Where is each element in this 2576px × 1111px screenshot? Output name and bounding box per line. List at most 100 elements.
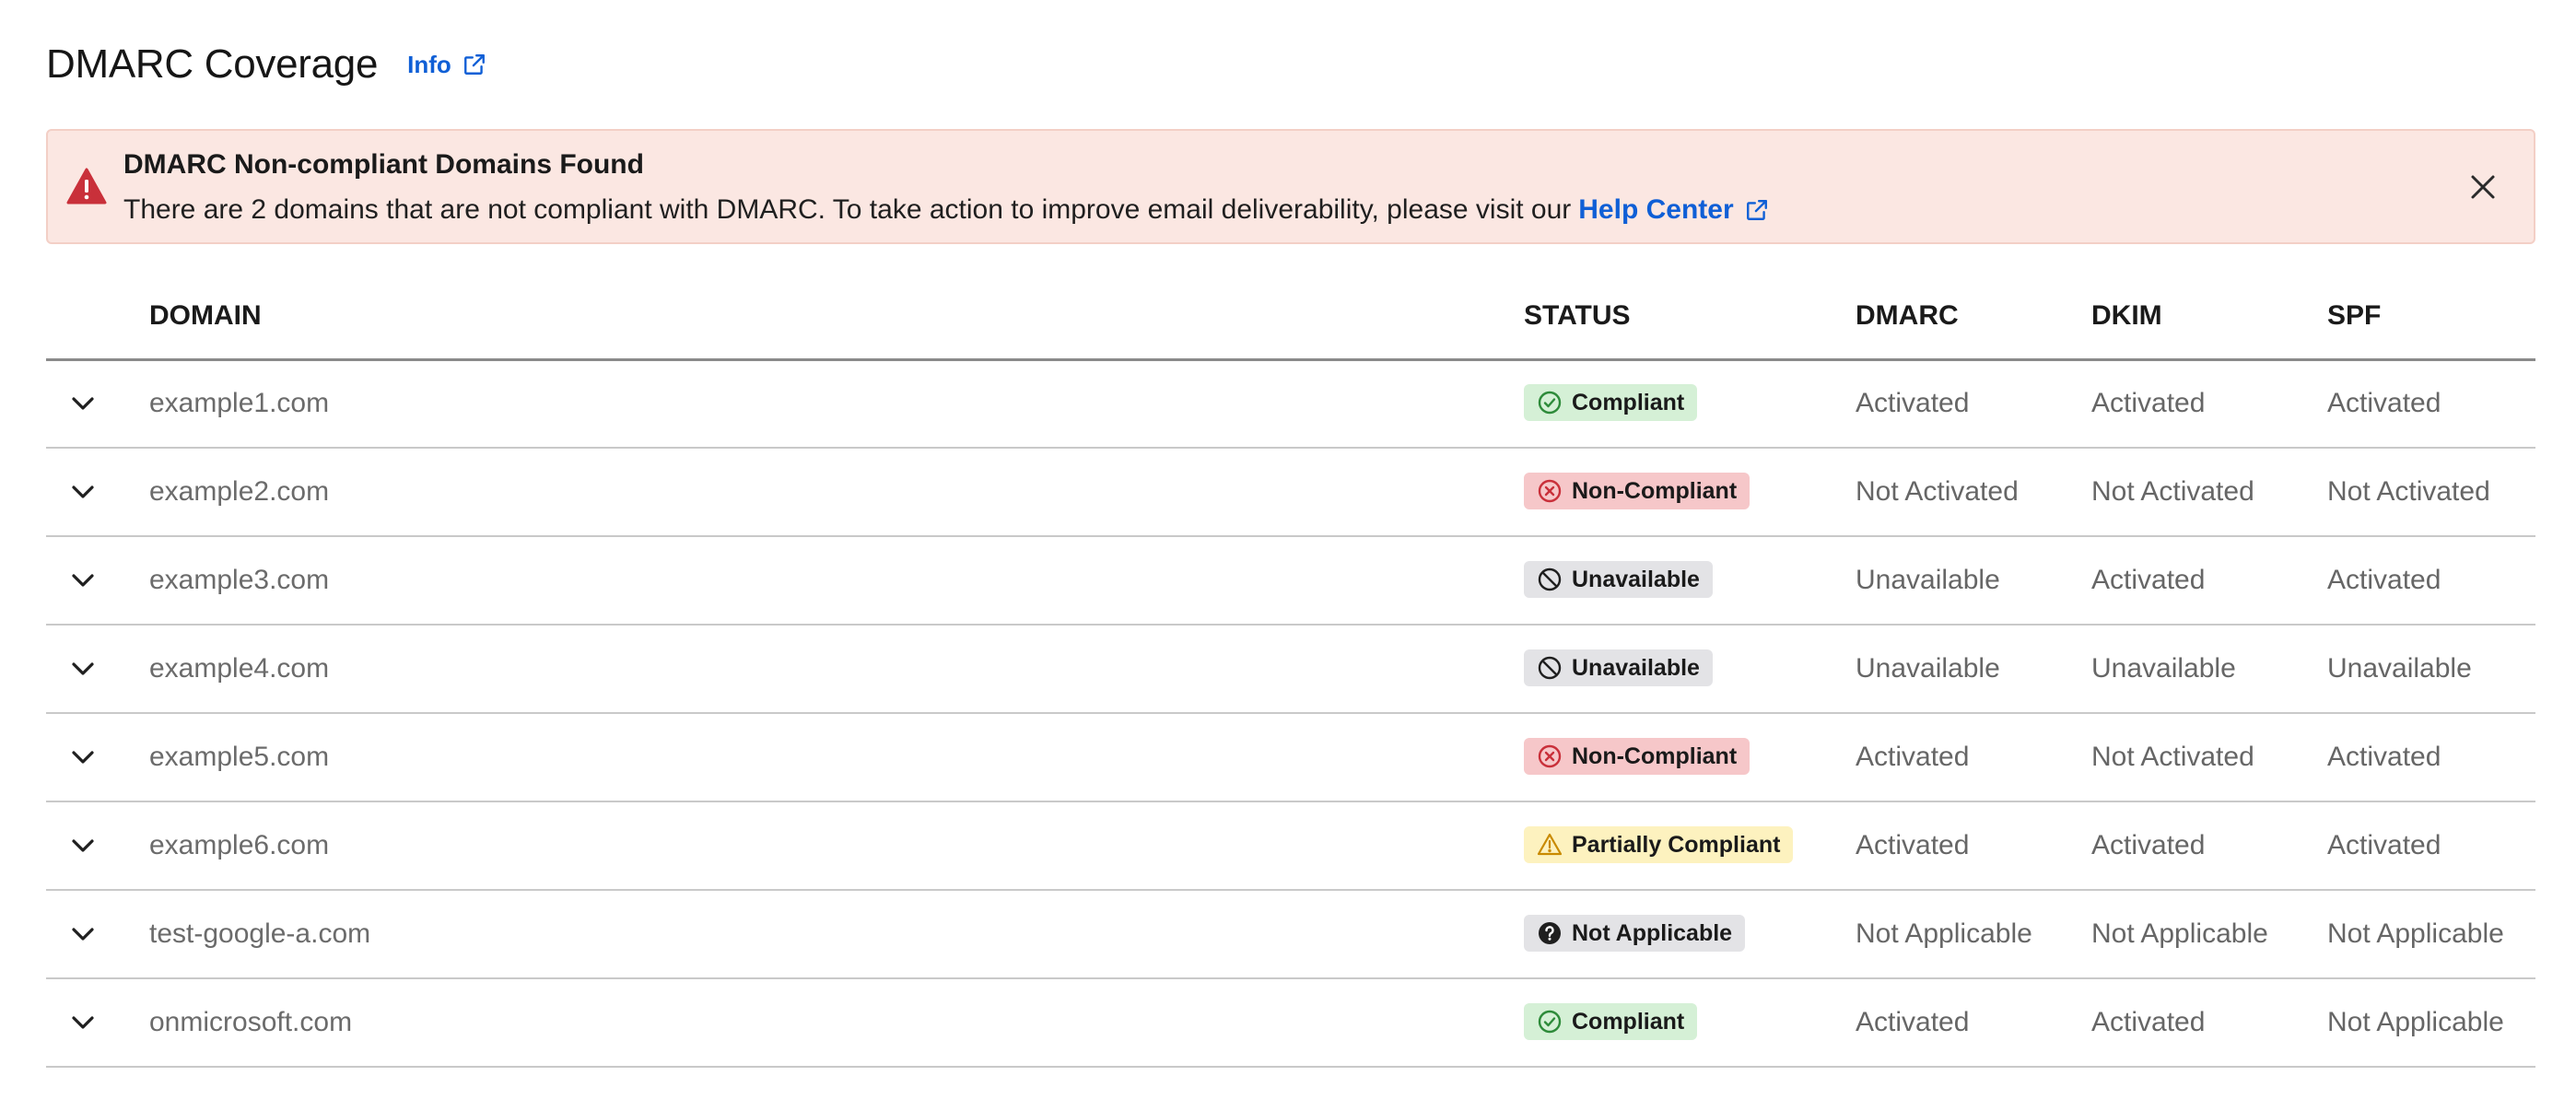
expand-row-button[interactable] <box>46 927 120 941</box>
expand-row-button[interactable] <box>46 661 120 676</box>
table-header-row: DOMAIN STATUS DMARC DKIM SPF <box>46 274 2535 359</box>
table-row[interactable]: example5.com Non-Compliant Activated Not Ac… <box>46 713 2535 801</box>
no-entry-icon <box>1537 567 1572 592</box>
dmarc-cell: Not Activated <box>1856 476 2019 507</box>
table-row[interactable]: onmicrosoft.com Compliant Activated Activat… <box>46 978 2535 1067</box>
status-label: Non-Compliant <box>1572 743 1738 769</box>
dkim-cell: Unavailable <box>2091 653 2236 684</box>
status-badge: Non-Compliant <box>1524 738 1751 775</box>
table-row[interactable]: example1.com Compliant Activated Activated A… <box>46 359 2535 448</box>
info-link[interactable]: Info <box>407 51 486 79</box>
column-header-spf[interactable]: SPF <box>2327 274 2535 359</box>
column-header-dkim[interactable]: DKIM <box>2091 274 2327 359</box>
page-title: DMARC Coverage <box>46 41 379 87</box>
spf-cell: Activated <box>2327 830 2441 860</box>
alert-message: There are 2 domains that are not complia… <box>123 194 1769 226</box>
chevron-down-icon <box>72 839 94 852</box>
help-center-link[interactable]: Help Center <box>1578 194 1768 226</box>
domain-cell: example6.com <box>149 830 330 860</box>
domain-cell: example4.com <box>149 653 330 684</box>
expand-cell <box>46 890 149 978</box>
chevron-down-icon <box>72 485 94 498</box>
column-header-domain[interactable]: DOMAIN <box>149 274 1524 359</box>
dkim-cell: Activated <box>2091 565 2206 595</box>
dmarc-cell: Not Applicable <box>1856 918 2032 949</box>
column-header-dmarc[interactable]: DMARC <box>1856 274 2091 359</box>
status-label: Unavailable <box>1572 654 1700 681</box>
table-row[interactable]: example2.com Non-Compliant Not Activated No… <box>46 448 2535 536</box>
alert-body-text: There are 2 domains that are not complia… <box>123 194 1572 225</box>
domain-cell: example2.com <box>149 476 330 507</box>
expand-row-button[interactable] <box>46 573 120 588</box>
expand-cell <box>46 801 149 890</box>
external-link-icon <box>1746 200 1767 220</box>
status-cell: Non-Compliant <box>1524 448 1856 536</box>
table-row[interactable]: example3.com Unavailable Unavailable Activa… <box>46 536 2535 625</box>
expand-cell <box>46 536 149 625</box>
status-cell: Compliant <box>1524 978 1856 1067</box>
domain-cell: onmicrosoft.com <box>149 1007 353 1037</box>
status-cell: Non-Compliant <box>1524 713 1856 801</box>
dkim-cell: Not Activated <box>2091 476 2254 507</box>
expand-cell <box>46 625 149 713</box>
status-label: Partially Compliant <box>1572 831 1781 858</box>
domains-table: DOMAIN STATUS DMARC DKIM SPF example1.co… <box>46 274 2535 1068</box>
status-label: Compliant <box>1572 1008 1685 1035</box>
spf-cell: Not Applicable <box>2327 1007 2504 1037</box>
column-header-status[interactable]: STATUS <box>1524 274 1856 359</box>
domain-cell: example3.com <box>149 565 330 595</box>
table-row[interactable]: example6.com Partially Compliant Activated… <box>46 801 2535 890</box>
spf-cell: Activated <box>2327 742 2441 772</box>
expand-row-button[interactable] <box>46 396 120 411</box>
noncompliance-alert: DMARC Non-compliant Domains Found There … <box>46 129 2535 244</box>
status-badge: Compliant <box>1524 1003 1698 1040</box>
x-circle-icon <box>1537 478 1572 504</box>
expand-row-button[interactable] <box>46 485 120 499</box>
chevron-down-icon <box>72 662 94 675</box>
status-cell: Compliant <box>1524 359 1856 448</box>
table-body: example1.com Compliant Activated Activated A… <box>46 359 2535 1067</box>
expand-row-button[interactable] <box>46 750 120 765</box>
domain-cell: example5.com <box>149 742 330 772</box>
close-alert-button[interactable] <box>2456 160 2510 214</box>
question-circle-icon <box>1537 920 1572 946</box>
expand-cell <box>46 448 149 536</box>
help-center-label: Help Center <box>1578 194 1734 225</box>
table-row[interactable]: test-google-a.com Not Applicable Not Appli… <box>46 890 2535 978</box>
chevron-down-icon <box>72 397 94 410</box>
spf-cell: Not Activated <box>2327 476 2490 507</box>
x-circle-icon <box>1537 743 1572 769</box>
dkim-cell: Activated <box>2091 1007 2206 1037</box>
expand-row-button[interactable] <box>46 1015 120 1030</box>
dmarc-cell: Unavailable <box>1856 565 2000 595</box>
table-row[interactable]: example4.com Unavailable Unavailable Unavai… <box>46 625 2535 713</box>
dmarc-cell: Unavailable <box>1856 653 2000 684</box>
status-cell: Not Applicable <box>1524 890 1856 978</box>
status-badge: Compliant <box>1524 384 1698 422</box>
status-badge: Non-Compliant <box>1524 473 1751 509</box>
status-label: Compliant <box>1572 389 1685 415</box>
warning-triangle-outline-icon <box>1537 832 1572 858</box>
page-header: DMARC Coverage Info <box>46 37 486 92</box>
dkim-cell: Not Applicable <box>2091 918 2268 949</box>
status-badge: Unavailable <box>1524 649 1713 686</box>
spf-cell: Activated <box>2327 388 2441 419</box>
spf-cell: Unavailable <box>2327 653 2472 684</box>
chevron-down-icon <box>72 1016 94 1029</box>
status-cell: Partially Compliant <box>1524 801 1856 890</box>
expand-cell <box>46 978 149 1067</box>
dmarc-cell: Activated <box>1856 742 1970 772</box>
dkim-cell: Activated <box>2091 388 2206 419</box>
status-cell: Unavailable <box>1524 536 1856 625</box>
expand-row-button[interactable] <box>46 838 120 853</box>
expand-cell <box>46 713 149 801</box>
info-link-label: Info <box>407 50 451 78</box>
status-cell: Unavailable <box>1524 625 1856 713</box>
chevron-down-icon <box>72 574 94 587</box>
spf-cell: Activated <box>2327 565 2441 595</box>
no-entry-icon <box>1537 655 1572 681</box>
dmarc-cell: Activated <box>1856 830 1970 860</box>
expand-column-header <box>46 274 149 359</box>
dmarc-cell: Activated <box>1856 388 1970 419</box>
status-badge: Unavailable <box>1524 561 1713 598</box>
